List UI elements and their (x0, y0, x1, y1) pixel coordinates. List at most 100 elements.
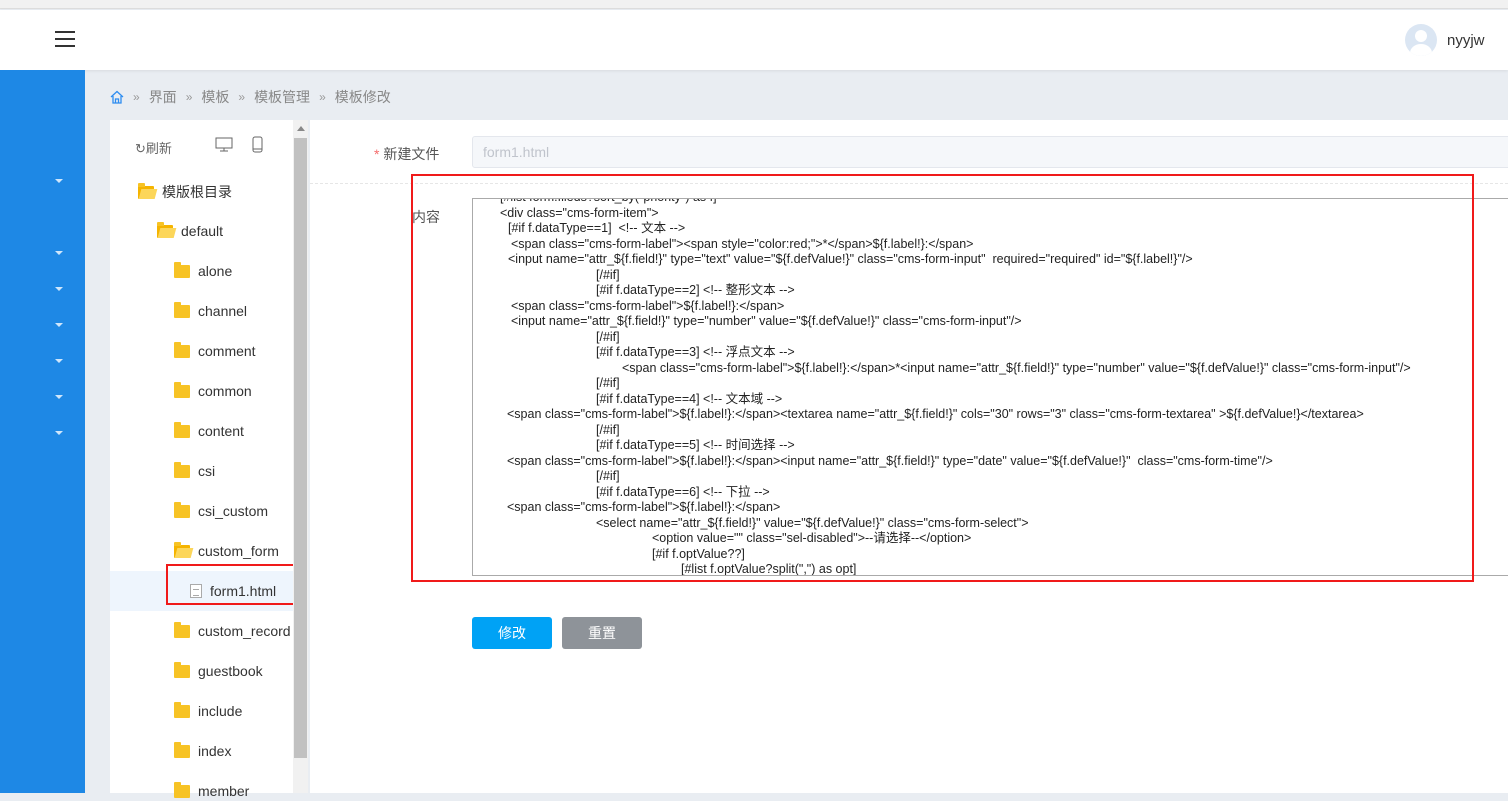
code-line: [#if f.dataType==4] <!-- 文本域 --> (596, 391, 783, 406)
node-label: default (181, 223, 224, 239)
code-line: [#if f.dataType==3] <!-- 浮点文本 --> (596, 345, 795, 359)
folder-icon (174, 381, 190, 398)
code-line: <select name="attr_${f.field!}" value="$… (596, 515, 1029, 530)
required-mark: * (374, 146, 380, 162)
tree-node-folder[interactable]: include (174, 701, 242, 721)
code-line: <input name="attr_${f.field!}" type="tex… (508, 252, 1193, 266)
node-label: content (198, 423, 244, 439)
refresh-icon: ↻ (135, 141, 146, 156)
node-label: form1.html (210, 583, 277, 599)
folder-icon (174, 781, 190, 798)
filename-label-text: 新建文件 (383, 146, 440, 162)
tree-node-folder[interactable]: comment (174, 341, 256, 361)
scroll-up-icon[interactable] (297, 126, 305, 131)
tree-node-folder[interactable]: alone (174, 261, 232, 281)
node-label: include (198, 703, 243, 719)
scroll-thumb[interactable] (294, 138, 307, 758)
tree-node-folder[interactable]: index (174, 741, 231, 761)
sidebar-expand-icon[interactable] (55, 323, 63, 327)
tree-node-form1-html[interactable]: form1.html (190, 581, 276, 601)
breadcrumb-separator: » (133, 90, 140, 104)
tree-node-folder[interactable]: content (174, 421, 244, 441)
node-label: 模版根目录 (162, 184, 232, 200)
refresh-label: 刷新 (145, 141, 172, 156)
code-line: <input name="attr_${f.field!}" type="num… (511, 314, 1022, 328)
filename-input[interactable]: form1.html (472, 136, 1508, 168)
mobile-icon[interactable] (252, 136, 263, 153)
refresh-button[interactable]: ↻刷新 (135, 138, 172, 157)
tree-node-folder[interactable]: custom_form (174, 541, 279, 561)
tree-node-root[interactable]: 模版根目录 (138, 182, 232, 202)
menu-toggle-icon[interactable] (55, 31, 75, 47)
tree-scrollbar[interactable] (293, 120, 308, 793)
breadcrumb-item[interactable]: 模板 (201, 87, 229, 107)
avatar[interactable] (1405, 24, 1437, 56)
node-label: csi_custom (198, 503, 269, 519)
tree-node-folder[interactable]: custom_record (174, 621, 291, 641)
home-icon[interactable] (110, 90, 124, 104)
node-label: channel (198, 303, 248, 319)
code-line: [/#if] (596, 422, 620, 437)
code-line: [/#if] (596, 267, 620, 282)
node-label: guestbook (198, 663, 263, 679)
tree-node-folder[interactable]: csi_custom (174, 501, 268, 521)
tree-node-folder[interactable]: csi (174, 461, 215, 481)
code-line: [#list f.optValue?split(",") as opt] (681, 562, 857, 576)
folder-icon (174, 261, 190, 278)
code-line: <span class="cms-form-label"><span style… (511, 236, 974, 251)
folder-icon (174, 501, 190, 518)
folder-icon (174, 461, 190, 478)
code-line: [#if f.optValue??] (652, 546, 745, 561)
code-line: [#if f.dataType==2] <!-- 整形文本 --> (596, 283, 795, 297)
code-line: <option value="" class="sel-disabled">--… (652, 531, 972, 545)
sidebar-expand-icon[interactable] (55, 251, 63, 255)
sidebar-expand-icon[interactable] (55, 359, 63, 363)
content-label: 内容 (412, 209, 440, 225)
reset-button[interactable]: 重置 (562, 617, 642, 649)
folder-icon (174, 301, 190, 318)
tree-node-folder[interactable]: common (174, 381, 252, 401)
tree-node-folder[interactable]: guestbook (174, 661, 263, 681)
desktop-icon[interactable] (215, 137, 233, 152)
node-label: member (198, 783, 250, 799)
folder-icon (174, 341, 190, 358)
sidebar-expand-icon[interactable] (55, 179, 63, 183)
folder-icon (174, 661, 190, 678)
folder-icon (174, 421, 190, 438)
code-line: [/#if] (596, 376, 620, 390)
sidebar-expand-icon[interactable] (55, 431, 63, 435)
tree-node-folder[interactable]: member (174, 781, 249, 801)
node-label: csi (198, 463, 216, 479)
tree-node-folder[interactable]: channel (174, 301, 247, 321)
file-icon (190, 584, 202, 598)
code-line: [/#if] (596, 469, 620, 483)
divider (310, 183, 1508, 184)
folder-icon (174, 701, 190, 718)
node-label: comment (198, 343, 256, 359)
browser-strip (0, 0, 1508, 9)
code-line: [#if f.dataType==6] <!-- 下拉 --> (596, 484, 770, 499)
breadcrumb-separator: » (185, 90, 193, 104)
folder-icon (174, 621, 190, 638)
tree-node-default[interactable]: default (157, 221, 223, 241)
submit-button[interactable]: 修改 (472, 617, 552, 649)
code-line: <span class="cms-form-label">${f.label!}… (507, 500, 781, 514)
code-line: <div class="cms-form-item"> (500, 205, 659, 220)
sidebar-expand-icon[interactable] (55, 287, 63, 291)
folder-open-icon (157, 221, 173, 238)
sidebar-expand-icon[interactable] (55, 395, 63, 399)
breadcrumb-item[interactable]: 界面 (149, 87, 177, 107)
code-line: [/#if] (596, 329, 620, 344)
filename-label: * 新建文件 (374, 144, 439, 164)
code-line: <span class="cms-form-label">${f.label!}… (507, 407, 1364, 421)
node-label: common (198, 383, 252, 399)
code-line: <span class="cms-form-label">${f.label!}… (511, 298, 785, 313)
node-label: index (198, 743, 232, 759)
code-line: <span class="cms-form-label">${f.label!}… (507, 453, 1273, 468)
node-label: alone (198, 263, 233, 279)
top-header: nyyjw (0, 10, 1508, 70)
code-line: <span class="cms-form-label">${f.label!}… (622, 360, 1411, 375)
content-textarea[interactable]: [#list form.fileds?sort_by("priority") a… (472, 198, 1508, 576)
username[interactable]: nyyjw (1447, 32, 1485, 49)
breadcrumb-item[interactable]: 模板管理 (254, 87, 310, 107)
